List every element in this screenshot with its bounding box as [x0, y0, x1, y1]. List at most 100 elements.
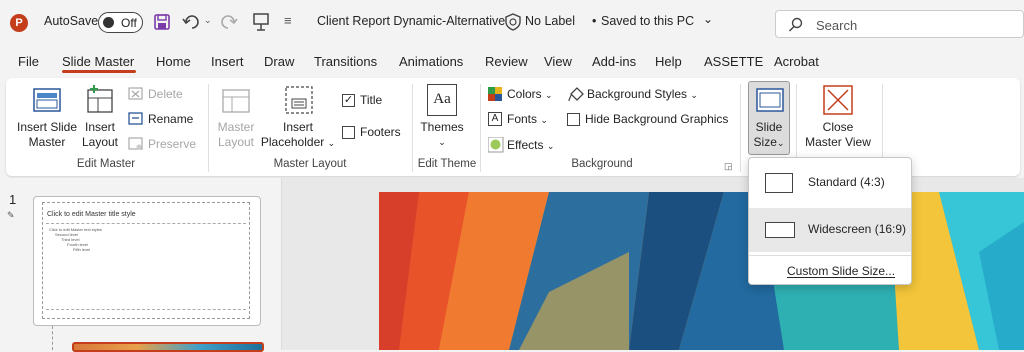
background-group-label: Background — [571, 158, 633, 170]
chevron-down-icon[interactable]: ⌄ — [703, 12, 713, 26]
insert-layout-icon — [87, 85, 113, 113]
slide-size-icon — [756, 88, 784, 112]
tab-insert[interactable]: Insert — [211, 54, 244, 69]
tab-animations[interactable]: Animations — [399, 54, 463, 69]
customize-qat-icon[interactable]: ≡ — [284, 13, 292, 28]
effects-button[interactable]: Effects ⌄ — [507, 137, 554, 154]
themes-icon: Aa — [427, 84, 457, 116]
tab-review[interactable]: Review — [485, 54, 528, 69]
tab-draw[interactable]: Draw — [264, 54, 294, 69]
save-icon[interactable] — [153, 13, 171, 31]
themes-label: Themes — [420, 120, 464, 134]
tab-help[interactable]: Help — [655, 54, 682, 69]
insert-slide-master-icon — [33, 88, 61, 112]
preserve-icon — [128, 137, 143, 150]
insert-placeholder-button[interactable]: Insert Placeholder ⌄ — [260, 120, 336, 151]
undo-icon[interactable] — [182, 13, 202, 31]
chevron-down-icon: ⌄ — [327, 138, 336, 148]
slide-canvas[interactable] — [379, 192, 1024, 350]
close-master-view-button[interactable]: Close Master View — [802, 120, 874, 150]
dialog-launcher-icon[interactable]: ◲ — [724, 158, 733, 174]
slide-size-line2: Size — [753, 135, 777, 149]
master-layout-line2: Layout — [217, 135, 255, 149]
rename-icon — [128, 112, 143, 125]
footers-checkbox[interactable] — [342, 126, 355, 139]
slide-size-line1: Slide — [755, 120, 783, 134]
autosave-toggle[interactable]: Off — [98, 12, 143, 33]
tab-acrobat[interactable]: Acrobat — [774, 54, 819, 69]
colors-icon — [488, 87, 502, 101]
master-layout-icon — [222, 89, 250, 113]
widescreen-aspect-icon — [765, 222, 795, 238]
active-tab-indicator — [62, 70, 136, 73]
delete-button[interactable]: Delete — [148, 86, 183, 102]
effects-label: Effects — [507, 138, 544, 152]
title-checkbox[interactable]: ✓ — [342, 94, 355, 107]
thumb-body-text: Click to edit Master text styles Second … — [49, 227, 102, 252]
shield-icon — [505, 13, 521, 31]
insert-layout-button[interactable]: Insert Layout — [78, 120, 122, 150]
rename-button[interactable]: Rename — [148, 111, 193, 127]
insert-placeholder-icon — [285, 86, 313, 114]
insert-slide-master-button[interactable]: Insert Slide Master — [14, 120, 80, 150]
background-styles-label: Background Styles — [587, 87, 688, 101]
document-title[interactable]: Client Report Dynamic-Alternative — [317, 14, 505, 28]
tab-file[interactable]: File — [18, 54, 39, 69]
save-status[interactable]: Saved to this PC — [601, 14, 694, 28]
chevron-down-icon: ⌄ — [546, 141, 555, 151]
insert-placeholder-line1: Insert — [282, 120, 313, 134]
edit-master-group-label: Edit Master — [76, 158, 136, 170]
preserve-button[interactable]: Preserve — [148, 136, 196, 152]
background-styles-button[interactable]: Background Styles ⌄ — [587, 86, 698, 103]
tab-add-ins[interactable]: Add-ins — [592, 54, 636, 69]
toggle-knob — [103, 17, 114, 28]
tab-slide-master[interactable]: Slide Master — [62, 54, 134, 69]
insert-layout-line1: Insert — [84, 120, 115, 134]
standard-size-label: Standard (4:3) — [808, 175, 885, 189]
insert-placeholder-line2: Placeholder — [260, 135, 325, 149]
autosave-state: Off — [121, 16, 137, 30]
insert-layout-line2: Layout — [81, 135, 119, 149]
layout-thumbnail[interactable] — [72, 342, 264, 352]
tab-assette[interactable]: ASSETTE — [704, 54, 763, 69]
tab-transitions[interactable]: Transitions — [314, 54, 377, 69]
custom-slide-size-option[interactable]: Custom Slide Size... — [787, 264, 895, 278]
slide-master-thumbnail[interactable]: Click to edit Master title style Click t… — [33, 196, 261, 326]
master-layout-line1: Master — [217, 120, 255, 134]
fonts-icon: A — [488, 112, 502, 126]
edit-theme-group-label: Edit Theme — [417, 158, 477, 170]
sensitivity-label[interactable]: No Label — [525, 14, 575, 28]
insert-slide-master-line1: Insert Slide — [16, 120, 78, 134]
search-box[interactable]: Search — [775, 10, 1024, 38]
tab-view[interactable]: View — [544, 54, 572, 69]
group-separator — [480, 84, 481, 172]
colors-button[interactable]: Colors ⌄ — [507, 86, 553, 103]
master-layout-button[interactable]: Master Layout — [214, 120, 258, 150]
chevron-down-icon: ⌄ — [540, 115, 548, 125]
hide-background-graphics-checkbox[interactable] — [567, 113, 580, 126]
widescreen-size-option[interactable]: Widescreen (16:9) — [749, 208, 911, 252]
background-styles-icon — [568, 87, 584, 102]
group-separator — [740, 84, 741, 172]
slide-size-button[interactable]: Slide Size⌄ — [748, 81, 790, 155]
undo-chevron-icon[interactable]: ⌄ — [204, 15, 212, 26]
thumb-line-5: Fifth level — [73, 247, 91, 252]
standard-aspect-icon — [765, 173, 793, 193]
bullet-separator: • — [592, 14, 597, 28]
thumb-footer-divider — [46, 309, 246, 310]
insert-slide-master-line2: Master — [28, 135, 66, 149]
fonts-button[interactable]: Fonts ⌄ — [507, 111, 548, 128]
standard-size-option[interactable]: Standard (4:3) — [749, 161, 911, 205]
search-icon — [788, 17, 803, 32]
slide-number: 1 — [9, 192, 17, 207]
tab-home[interactable]: Home — [156, 54, 191, 69]
ribbon-tabs: File Slide Master Home Insert Draw Trans… — [0, 50, 1024, 76]
title-bar: P AutoSave Off ⌄ ≡ Client Report Dynamic… — [0, 0, 1024, 46]
chevron-down-icon: ⌄ — [545, 90, 553, 100]
chevron-down-icon: ⌄ — [438, 137, 446, 147]
present-icon[interactable] — [252, 12, 270, 32]
redo-icon[interactable] — [220, 13, 238, 31]
chevron-down-icon: ⌄ — [776, 138, 785, 148]
title-checkbox-label: Title — [360, 93, 383, 107]
themes-button[interactable]: Themes ⌄ — [416, 120, 468, 150]
